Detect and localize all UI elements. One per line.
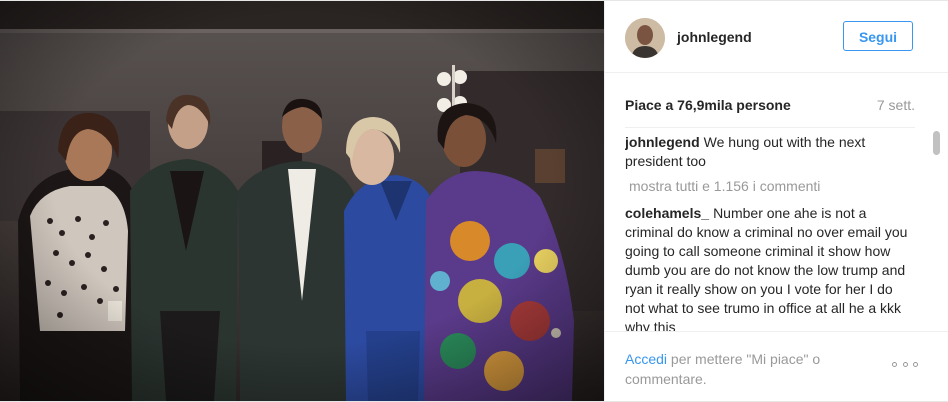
post-photo[interactable] xyxy=(0,1,604,401)
likes-row: Piace a 76,9mila persone 7 sett. xyxy=(625,91,915,128)
more-options-icon[interactable] xyxy=(892,356,918,372)
post-side-panel: johnlegend Segui Piace a 76,9mila person… xyxy=(604,1,948,401)
comments-scrollbar[interactable] xyxy=(933,131,941,329)
post-time[interactable]: 7 sett. xyxy=(877,97,915,113)
post-header: johnlegend Segui xyxy=(605,1,948,73)
post-footer: Accedi per mettere "Mi piace" o commenta… xyxy=(605,331,948,401)
list-item: colehamels_ Number one ahe is not a crimi… xyxy=(625,204,915,331)
photo-illustration xyxy=(0,1,604,401)
dot-icon xyxy=(892,361,897,367)
scrollbar-thumb[interactable] xyxy=(933,131,940,155)
dot-icon xyxy=(902,361,908,367)
caption: johnlegend We hung out with the next pres… xyxy=(625,133,915,171)
post-username[interactable]: johnlegend xyxy=(677,29,752,45)
avatar[interactable] xyxy=(625,18,665,58)
show-all-comments-link[interactable]: mostra tutti e 1.156 i commenti xyxy=(629,177,915,196)
comments-list[interactable]: johnlegend We hung out with the next pres… xyxy=(625,129,915,331)
caption-username[interactable]: johnlegend xyxy=(625,134,700,150)
comment-username[interactable]: colehamels_ xyxy=(625,205,709,221)
likes-count[interactable]: Piace a 76,9mila persone xyxy=(625,97,791,113)
follow-button[interactable]: Segui xyxy=(843,21,913,51)
dot-icon xyxy=(913,361,918,367)
comment-text: Number one ahe is not a criminal do know… xyxy=(625,205,908,331)
instagram-post: johnlegend Segui Piace a 76,9mila person… xyxy=(0,0,948,402)
login-link[interactable]: Accedi xyxy=(625,351,667,367)
login-prompt: Accedi per mettere "Mi piace" o commenta… xyxy=(625,349,855,389)
avatar-image xyxy=(625,18,665,58)
